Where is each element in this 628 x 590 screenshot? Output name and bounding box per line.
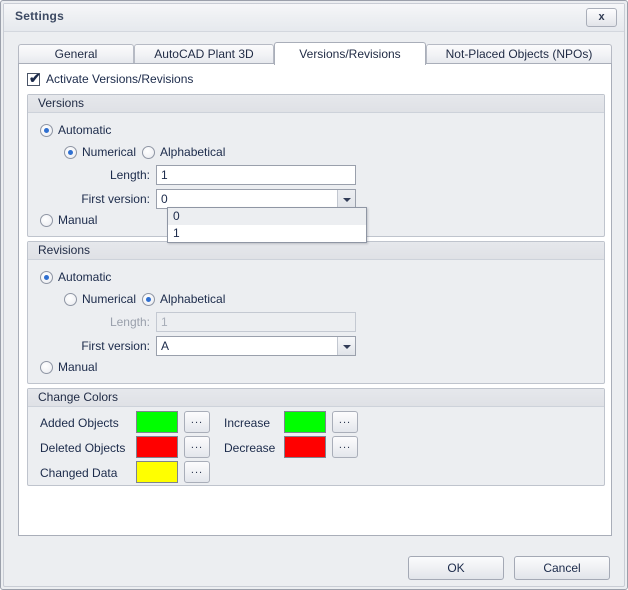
- tab-page-versions-revisions: ✔ Activate Versions/Revisions Versions A…: [18, 63, 612, 536]
- radio-icon: [40, 124, 53, 137]
- revisions-alphabetical-label: Alphabetical: [160, 292, 226, 306]
- revisions-numerical-label: Numerical: [82, 292, 137, 306]
- versions-alphabetical-label: Alphabetical: [160, 145, 226, 159]
- deleted-objects-color-swatch[interactable]: [136, 436, 178, 458]
- radio-icon: [142, 293, 155, 306]
- tab-strip: General AutoCAD Plant 3D Versions/Revisi…: [18, 42, 612, 65]
- deleted-objects-browse-button[interactable]: ...: [184, 436, 210, 458]
- tab-general[interactable]: General: [18, 44, 134, 64]
- versions-automatic-label: Automatic: [58, 123, 112, 137]
- radio-icon: [40, 361, 53, 374]
- added-objects-browse-button[interactable]: ...: [184, 411, 210, 433]
- changed-data-color-swatch[interactable]: [136, 461, 178, 483]
- close-icon[interactable]: x: [586, 8, 617, 27]
- deleted-objects-label: Deleted Objects: [40, 441, 126, 455]
- versions-first-version-label: First version:: [81, 192, 150, 206]
- revisions-group: Revisions Automatic Numerical Alphabetic…: [27, 241, 605, 384]
- settings-dialog-window: Settings x General AutoCAD Plant 3D Vers…: [0, 0, 628, 590]
- revisions-length-input: 1: [156, 312, 356, 332]
- activate-versions-revisions-label: Activate Versions/Revisions: [46, 72, 194, 86]
- added-objects-color-swatch[interactable]: [136, 411, 178, 433]
- revisions-first-version-label: First version:: [81, 339, 150, 353]
- radio-icon: [64, 293, 77, 306]
- tab-versions-revisions[interactable]: Versions/Revisions: [274, 42, 426, 65]
- chevron-down-icon[interactable]: [337, 190, 355, 208]
- versions-first-version-dropdown-list[interactable]: 0 1: [167, 207, 367, 243]
- versions-numerical-label: Numerical: [82, 145, 137, 159]
- versions-group-title: Versions: [28, 95, 604, 113]
- window-title: Settings: [15, 9, 64, 23]
- increase-color-swatch[interactable]: [284, 411, 326, 433]
- versions-length-label: Length:: [109, 168, 150, 182]
- revisions-first-version-combobox[interactable]: A: [156, 336, 356, 356]
- revisions-automatic-label: Automatic: [58, 270, 112, 284]
- radio-icon: [142, 146, 155, 159]
- check-mark-icon: ✔: [29, 70, 41, 86]
- dropdown-option-0[interactable]: 0: [168, 208, 366, 225]
- change-colors-group: Change Colors Added Objects ... Deleted …: [27, 388, 605, 486]
- decrease-color-swatch[interactable]: [284, 436, 326, 458]
- tab-autocad-plant-3d[interactable]: AutoCAD Plant 3D: [134, 44, 274, 64]
- title-bar[interactable]: Settings x: [4, 4, 624, 32]
- dropdown-option-1[interactable]: 1: [168, 225, 366, 242]
- versions-manual-label: Manual: [58, 213, 98, 227]
- chevron-down-icon[interactable]: [337, 337, 355, 355]
- cancel-button[interactable]: Cancel: [514, 556, 610, 580]
- revisions-group-title: Revisions: [28, 242, 604, 260]
- change-colors-group-title: Change Colors: [28, 389, 604, 407]
- revisions-length-label: Length:: [109, 315, 150, 329]
- ok-button[interactable]: OK: [408, 556, 504, 580]
- decrease-label: Decrease: [224, 441, 276, 455]
- versions-first-version-value: 0: [161, 192, 168, 206]
- versions-first-version-combobox[interactable]: 0: [156, 189, 356, 209]
- added-objects-label: Added Objects: [40, 416, 119, 430]
- decrease-browse-button[interactable]: ...: [332, 436, 358, 458]
- radio-icon: [40, 271, 53, 284]
- changed-data-browse-button[interactable]: ...: [184, 461, 210, 483]
- revisions-manual-label: Manual: [58, 360, 98, 374]
- increase-browse-button[interactable]: ...: [332, 411, 358, 433]
- tab-not-placed-objects[interactable]: Not-Placed Objects (NPOs): [426, 44, 612, 64]
- window-inner-frame: Settings x General AutoCAD Plant 3D Vers…: [3, 3, 625, 587]
- checkbox-icon: ✔: [27, 70, 41, 86]
- revisions-first-version-value: A: [161, 339, 170, 353]
- versions-length-input[interactable]: 1: [156, 165, 356, 185]
- radio-icon: [64, 146, 77, 159]
- radio-icon: [40, 214, 53, 227]
- changed-data-label: Changed Data: [40, 466, 118, 480]
- increase-label: Increase: [224, 416, 271, 430]
